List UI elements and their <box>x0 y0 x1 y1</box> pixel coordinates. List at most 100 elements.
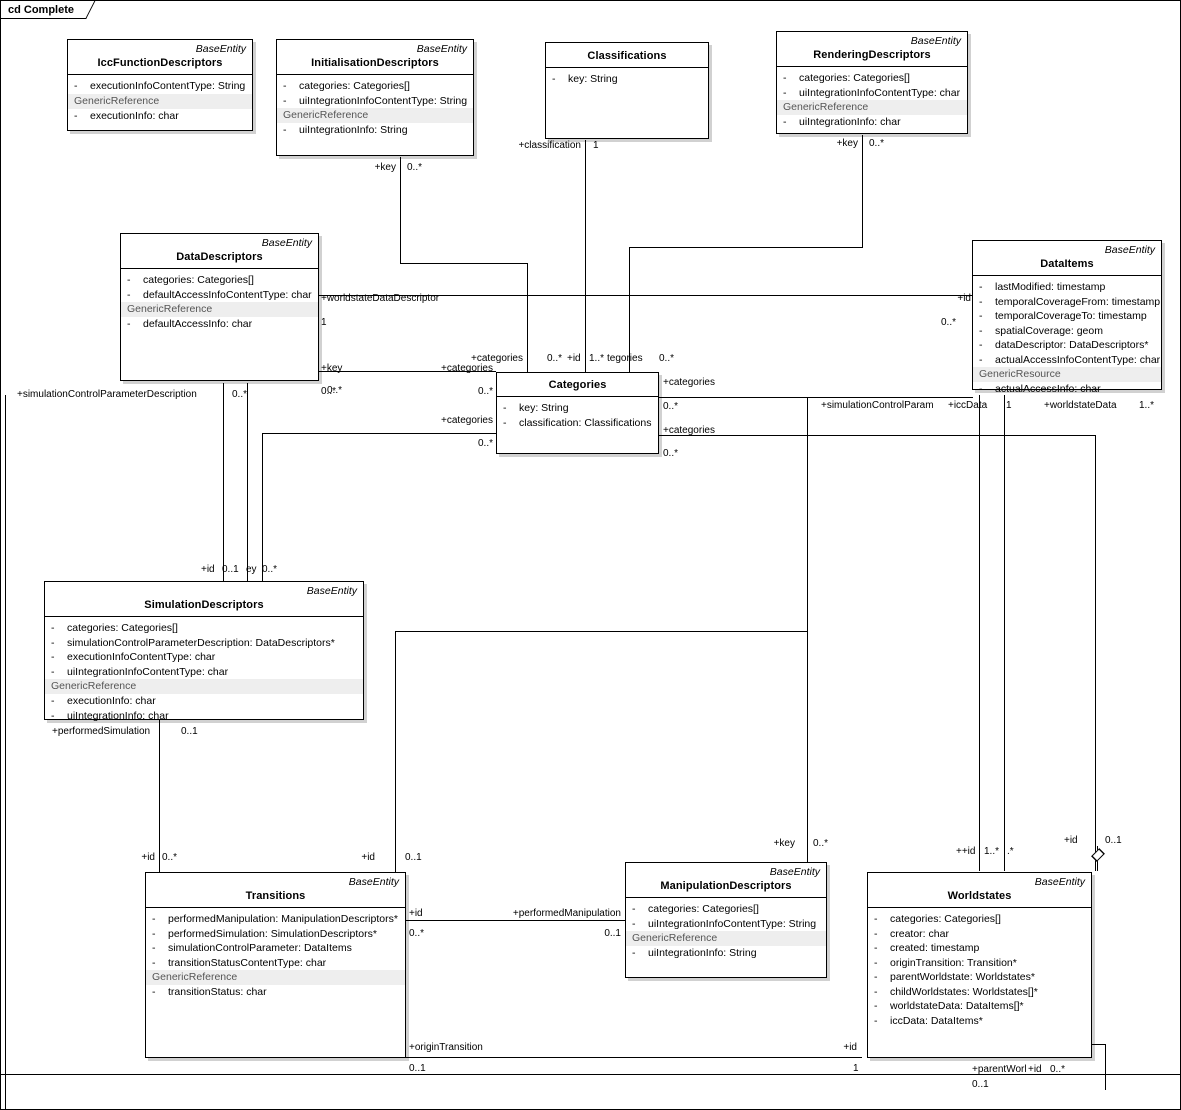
assoc-label-id-transitions-left: +id <box>141 852 155 863</box>
assoc-mult-id-categories: 1..* <box>589 353 605 364</box>
attribute-visibility: - <box>874 1000 878 1012</box>
class-attributes: - categories: Categories[] - defaultAcce… <box>121 269 318 336</box>
attribute-row: - defaultAccessInfoContentType: char <box>121 288 318 303</box>
attribute-group-header: GenericReference <box>68 93 252 109</box>
class-box-worldstates[interactable]: BaseEntity Worldstates - categories: Cat… <box>867 872 1092 1058</box>
attribute-row: - uiIntegrationInfo: String <box>277 123 473 138</box>
attribute-text: transitionStatus: char <box>168 986 267 998</box>
class-box-dataitems[interactable]: BaseEntity DataItems - lastModified: tim… <box>972 240 1162 395</box>
class-box-categories[interactable]: Categories - key: String - classificatio… <box>496 372 659 454</box>
attribute-visibility: - <box>874 956 878 969</box>
attribute-group-header: GenericResource <box>973 367 1161 382</box>
assoc-mult-id-manipulation: 0..* <box>409 928 425 939</box>
attribute-visibility: - <box>874 942 878 954</box>
connector-categories-transitions-h <box>395 631 807 632</box>
class-name: Categories <box>548 379 607 391</box>
connector-sim-transitions <box>159 720 160 876</box>
attribute-group-header: GenericReference <box>146 970 405 985</box>
class-attributes: - performedManipulation: ManipulationDes… <box>146 908 405 1004</box>
attribute-text: categories: Categories[] <box>648 903 759 915</box>
assoc-label-id-transitions-right: +id <box>361 852 375 863</box>
class-header: BaseEntity DataItems <box>973 241 1161 276</box>
class-header: BaseEntity Transitions <box>146 873 405 908</box>
diagram-title: cd Complete <box>8 3 75 16</box>
attribute-visibility: - <box>503 416 507 429</box>
attribute-text: iccData: DataItems* <box>890 1014 983 1027</box>
assoc-mult-origintransition: 0..1 <box>409 1063 426 1074</box>
class-attributes: - lastModified: timestamp - temporalCove… <box>973 276 1161 401</box>
attribute-text: categories: Categories[] <box>299 80 410 92</box>
class-box-transitions[interactable]: BaseEntity Transitions - performedManipu… <box>145 872 406 1058</box>
assoc-mult-classification: 1 <box>593 140 599 151</box>
class-stereotype: BaseEntity <box>416 43 467 55</box>
class-attributes: - categories: Categories[] - simulationC… <box>45 617 363 727</box>
attribute-visibility: - <box>874 985 878 998</box>
assoc-label-id-sim: +id <box>201 564 215 575</box>
attribute-visibility: - <box>979 353 983 366</box>
attribute-row: - dataDescriptor: DataDescriptors* <box>973 338 1161 353</box>
assoc-mult-categories-left: 0..* <box>477 386 493 397</box>
attribute-visibility: - <box>51 651 55 663</box>
attribute-text: temporalCoverageTo: timestamp <box>995 310 1147 322</box>
attribute-visibility: - <box>283 124 287 136</box>
assoc-label-key-manipulation: +key <box>773 838 795 849</box>
assoc-label-categories-truncated: tegories <box>607 353 643 364</box>
assoc-label-worldstatedata: +worldstateData <box>1044 400 1117 411</box>
attribute-visibility: - <box>127 318 131 330</box>
attribute-text: executionInfo: char <box>90 109 179 122</box>
assoc-label-key-datadescriptors: +key <box>321 363 343 374</box>
attribute-text: performedManipulation: ManipulationDescr… <box>168 913 398 925</box>
attribute-text: executionInfoContentType: char <box>67 651 216 663</box>
connector-transitions-worldstates <box>406 1057 862 1058</box>
assoc-label-simulationcontrolparameterdescription: +simulationControlParameterDescription <box>17 389 197 400</box>
class-name: InitialisationDescriptors <box>311 57 439 69</box>
attribute-row: - creator: char <box>868 927 1091 942</box>
attribute-row: - uiIntegrationInfo: char <box>777 115 967 130</box>
attribute-row: - categories: Categories[] <box>277 79 473 94</box>
class-box-datadescriptors[interactable]: BaseEntity DataDescriptors - categories:… <box>120 233 319 381</box>
connector-categories-key-sim-v <box>247 383 248 581</box>
assoc-label-categories-r2: +categories <box>663 425 715 436</box>
class-box-simulationdescriptors[interactable]: BaseEntity SimulationDescriptors - categ… <box>44 581 364 722</box>
connector-categories-transitions-v <box>395 631 396 876</box>
attribute-row: - worldstateData: DataItems[]* <box>868 999 1091 1014</box>
class-header: BaseEntity DataDescriptors <box>121 234 318 269</box>
attribute-group-header: GenericReference <box>277 108 473 123</box>
assoc-mult-iccdata: 1 <box>1006 400 1012 411</box>
class-stereotype: BaseEntity <box>261 237 312 249</box>
attribute-visibility: - <box>503 402 507 414</box>
diagram-frame-tab: cd Complete <box>1 1 96 19</box>
attribute-visibility: - <box>783 86 787 99</box>
connector-transitions-manipulation <box>406 920 625 921</box>
class-header: BaseEntity InitialisationDescriptors <box>277 40 473 75</box>
attribute-text: executionInfo: char <box>67 695 156 707</box>
assoc-label-categories-r1: +categories <box>663 377 715 388</box>
class-name: RenderingDescriptors <box>813 49 931 61</box>
assoc-mult-worldstates-top: 1..* <box>984 846 1000 857</box>
class-box-renderingdescriptors[interactable]: BaseEntity RenderingDescriptors - catego… <box>776 31 968 134</box>
class-name: Classifications <box>587 50 667 62</box>
attribute-visibility: - <box>283 94 287 107</box>
attribute-visibility: - <box>51 709 55 722</box>
class-stereotype: BaseEntity <box>306 585 357 597</box>
attribute-row: - simulationControlParameter: DataItems <box>146 941 405 956</box>
class-box-initialisationdescriptors[interactable]: BaseEntity InitialisationDescriptors - c… <box>276 39 474 156</box>
class-header: BaseEntity IccFunctionDescriptors <box>68 40 252 75</box>
assoc-mult-parentworldstate: 0..* <box>1050 1064 1066 1075</box>
class-box-manipulationdescriptors[interactable]: BaseEntity ManipulationDescriptors - cat… <box>625 862 827 978</box>
attribute-text: actualAccessInfoContentType: char <box>995 353 1161 366</box>
class-header: BaseEntity RenderingDescriptors <box>777 32 967 67</box>
connector-categories-right-h1 <box>659 397 807 398</box>
class-name: DataDescriptors <box>176 251 263 263</box>
attribute-text: classification: Classifications <box>519 416 652 429</box>
assoc-mult-categories-right-top: 0..* <box>659 353 675 364</box>
attribute-row: - uiIntegrationInfo: char <box>45 709 363 724</box>
assoc-mult-datadescriptor: 1 <box>321 317 327 328</box>
attribute-visibility: - <box>51 636 55 649</box>
connector-initialisation-categories-v2 <box>527 263 528 373</box>
class-box-classifications[interactable]: Classifications - key: String <box>545 42 709 139</box>
assoc-label-worldstatedatadescriptor: +worldstateDataDescriptor <box>321 293 440 304</box>
attribute-text: key: String <box>568 73 618 85</box>
class-box-iccfunctiondescriptors[interactable]: BaseEntity IccFunctionDescriptors - exec… <box>67 39 253 131</box>
assoc-mult-performedmanipulation: 0..1 <box>604 928 621 939</box>
